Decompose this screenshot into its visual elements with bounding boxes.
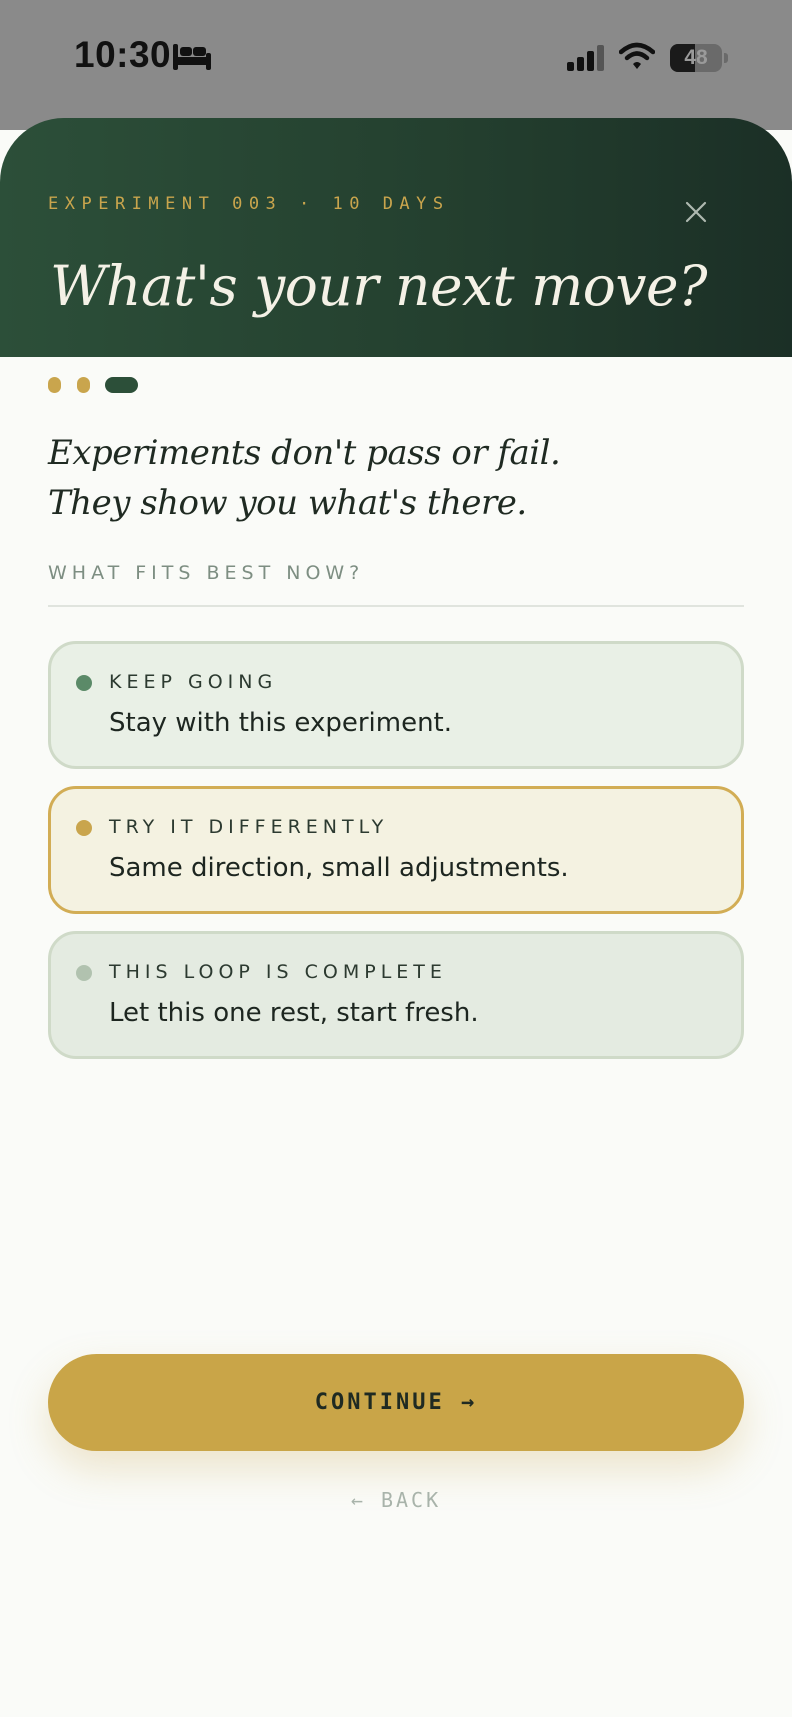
bed-icon — [173, 44, 211, 70]
tagline: Experiments don't pass or fail. They sho… — [48, 428, 748, 528]
option-dot — [76, 675, 92, 691]
continue-button[interactable]: CONTINUE → — [48, 1354, 744, 1451]
option-title: KEEP GOING — [109, 671, 278, 693]
close-button[interactable] — [672, 188, 720, 236]
battery-level: 48 — [684, 46, 708, 69]
option-description: Same direction, small adjustments. — [109, 853, 569, 883]
option-description: Stay with this experiment. — [109, 708, 453, 738]
option-loop-complete[interactable]: THIS LOOP IS COMPLETE Let this one rest,… — [48, 931, 744, 1059]
close-icon — [685, 201, 707, 223]
option-keep-going[interactable]: KEEP GOING Stay with this experiment. — [48, 641, 744, 769]
battery-icon: 48 — [670, 44, 728, 72]
question-label: WHAT FITS BEST NOW? — [48, 562, 365, 584]
status-time: 10:30 — [74, 34, 172, 75]
option-dot — [76, 820, 92, 836]
back-button[interactable]: ← BACK — [0, 1488, 792, 1512]
progress-dot-current — [105, 377, 138, 393]
header-panel: EXPERIMENT 003 · 10 DAYS What's your nex… — [0, 118, 792, 357]
tagline-line-2: They show you what's there. — [48, 483, 527, 523]
option-title: TRY IT DIFFERENTLY — [109, 816, 389, 838]
page-title: What's your next move? — [50, 254, 708, 318]
signal-icon — [567, 45, 604, 71]
option-try-it-differently[interactable]: TRY IT DIFFERENTLY Same direction, small… — [48, 786, 744, 914]
wifi-icon — [619, 42, 655, 69]
status-bar: 10:30 48 — [0, 0, 792, 130]
option-title: THIS LOOP IS COMPLETE — [109, 961, 447, 983]
continue-label: CONTINUE → — [314, 1390, 478, 1415]
divider — [48, 605, 744, 607]
option-dot — [76, 965, 92, 981]
progress-dot-1 — [48, 377, 61, 393]
progress-dot-2 — [77, 377, 90, 393]
experiment-eyebrow: EXPERIMENT 003 · 10 DAYS — [48, 194, 450, 214]
tagline-line-1: Experiments don't pass or fail. — [48, 433, 561, 473]
option-description: Let this one rest, start fresh. — [109, 998, 479, 1028]
